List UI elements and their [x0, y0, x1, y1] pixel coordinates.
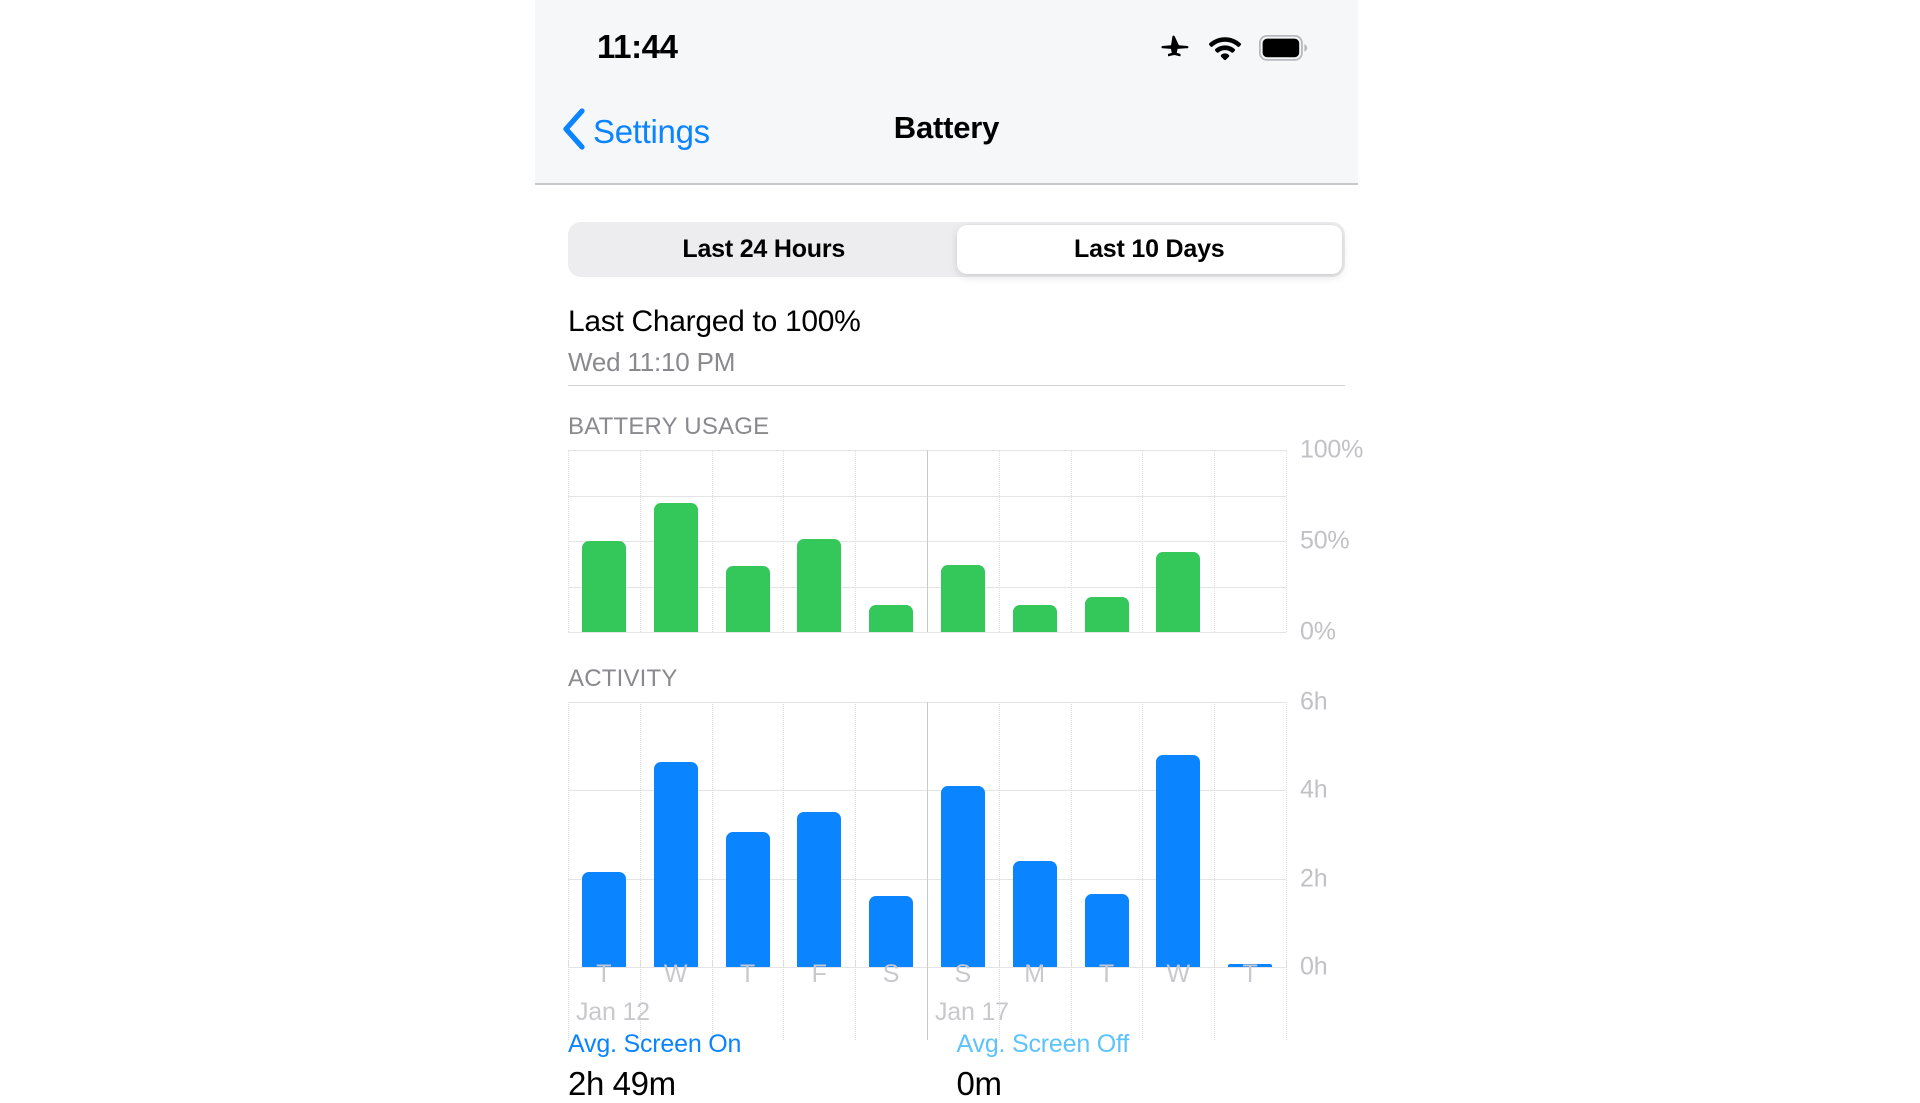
bar — [1012, 604, 1057, 632]
gridline-vertical — [711, 960, 713, 1040]
y-axis-tick-label: 0% — [1300, 617, 1336, 646]
time-range-segmented-control[interactable]: Last 24 Hours Last 10 Days — [568, 222, 1345, 277]
x-axis-day-label: S — [882, 960, 900, 988]
gridline-vertical — [568, 960, 569, 1040]
navigation-bar: Settings Battery — [535, 86, 1358, 185]
activity-y-axis: 0h 2h 4h 6h — [1300, 688, 1420, 981]
x-axis-date-label: Jan 17 — [935, 998, 1009, 1026]
bar — [653, 502, 698, 632]
x-axis-day-label: T — [1098, 960, 1115, 988]
stat-avg-screen-on-label: Avg. Screen On — [568, 1030, 742, 1058]
y-axis-tick-label: 2h — [1300, 864, 1328, 893]
stat-avg-screen-off-label: Avg. Screen Off — [956, 1030, 1130, 1058]
stat-avg-screen-off-value: 0m — [956, 1065, 1002, 1102]
bar — [797, 812, 842, 967]
airplane-mode-icon — [1160, 32, 1191, 63]
y-axis-tick-label: 0h — [1300, 952, 1328, 981]
x-axis-day-label: T — [1242, 960, 1258, 988]
x-axis-day-label: W — [663, 960, 688, 988]
gridline-vertical — [1142, 960, 1144, 1040]
status-bar-icons — [1160, 32, 1309, 63]
gridline-vertical — [1286, 702, 1287, 967]
wifi-icon — [1208, 35, 1242, 61]
bar — [653, 761, 698, 967]
bar — [581, 872, 626, 967]
x-axis-day-label: T — [739, 960, 756, 988]
y-axis-tick-label: 4h — [1300, 775, 1328, 804]
stat-avg-screen-on-value: 2h 49m — [568, 1065, 676, 1102]
battery-content: Last 24 Hours Last 10 Days Last Charged … — [535, 185, 1363, 1102]
x-axis-day-label: W — [1166, 960, 1191, 988]
activity-chart[interactable] — [568, 702, 1287, 968]
battery-usage-chart[interactable] — [568, 450, 1287, 633]
segment-last-10-days[interactable]: Last 10 Days — [956, 225, 1342, 274]
bar — [725, 832, 770, 967]
stat-avg-screen-on: Avg. Screen On 2h 49m — [568, 1030, 957, 1103]
y-axis-tick-label: 100% — [1300, 435, 1364, 464]
bar — [1084, 894, 1129, 967]
gridline-vertical — [1214, 960, 1216, 1040]
segment-last-24-hours[interactable]: Last 24 Hours — [571, 225, 957, 274]
bar — [1084, 597, 1129, 632]
x-axis-day-label: M — [1024, 960, 1046, 988]
battery-usage-heading: BATTERY USAGE — [568, 413, 770, 440]
status-bar: 11:44 — [535, 0, 1358, 86]
gridline-vertical — [783, 960, 785, 1040]
last-charged-title: Last Charged to 100% — [568, 305, 861, 338]
bar — [1156, 755, 1201, 967]
stat-avg-screen-off: Avg. Screen Off 0m — [957, 1030, 1346, 1103]
chart-x-axis: T W T F S S M T W T Jan 12 Jan 17 — [568, 960, 1287, 1040]
bar — [581, 541, 626, 632]
page-title: Battery — [893, 110, 1000, 145]
battery-full-icon — [1259, 34, 1309, 61]
bar — [869, 604, 914, 632]
bar — [1012, 861, 1057, 967]
status-bar-clock: 11:44 — [597, 28, 678, 65]
phone-screen: 11:44 Settings Battery Last 24 Hours Las… — [535, 0, 1363, 1102]
bar — [940, 785, 985, 967]
gridline-vertical — [927, 960, 928, 1040]
bar — [797, 539, 842, 632]
activity-bars — [568, 702, 1286, 967]
gridline-vertical — [855, 960, 857, 1040]
gridline-vertical — [1286, 450, 1287, 632]
screen-time-stats: Avg. Screen On 2h 49m Avg. Screen Off 0m — [568, 1030, 1345, 1103]
y-axis-tick-label: 6h — [1300, 687, 1328, 716]
last-charged-subtitle: Wed 11:10 PM — [568, 347, 736, 377]
gridline-vertical — [1286, 960, 1287, 1040]
gridline-horizontal — [568, 632, 1286, 633]
bar — [869, 896, 914, 967]
battery-usage-bars — [568, 450, 1286, 632]
battery-usage-y-axis: 0% 50% 100% — [1300, 436, 1420, 646]
system-chrome: 11:44 Settings Battery — [535, 0, 1358, 185]
y-axis-tick-label: 50% — [1300, 526, 1350, 555]
x-axis-day-label: T — [596, 960, 612, 988]
x-axis-date-label: Jan 12 — [576, 998, 650, 1026]
x-axis-day-label: F — [811, 960, 827, 988]
x-axis-day-label: S — [954, 960, 972, 988]
bar — [1156, 551, 1201, 632]
bar — [940, 564, 985, 632]
activity-heading: ACTIVITY — [568, 665, 678, 692]
bar — [725, 566, 770, 632]
section-divider — [568, 385, 1345, 386]
gridline-vertical — [1070, 960, 1072, 1040]
